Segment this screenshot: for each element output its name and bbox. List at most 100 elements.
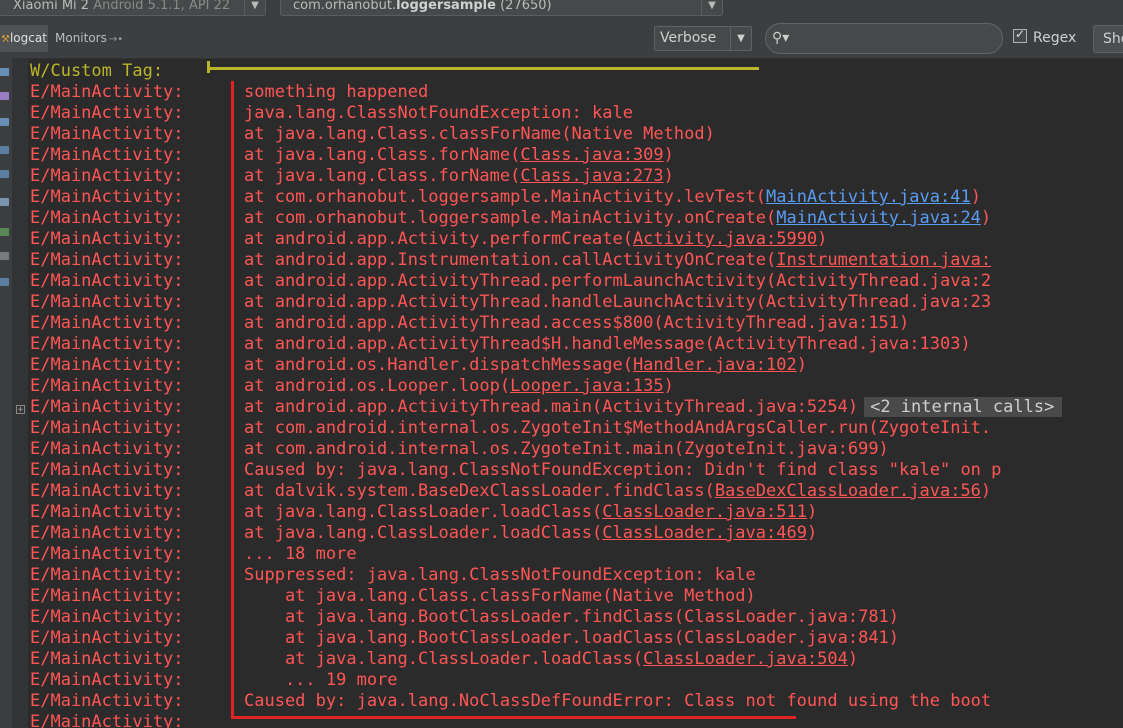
log-line: E/MainActivity: at android.app.ActivityTh… — [30, 292, 991, 313]
source-reference[interactable]: ClassLoader.java:504 — [643, 649, 848, 669]
log-line: E/MainActivity: at java.lang.Class.class… — [30, 586, 756, 607]
source-reference[interactable]: Class.java:309 — [520, 145, 663, 165]
log-tag: E/MainActivity: — [30, 187, 184, 207]
regex-checkbox[interactable]: ✓ Regex — [1013, 27, 1076, 47]
checkbox-icon: ✓ — [1013, 27, 1027, 43]
log-line: E/MainActivity: something happened — [30, 82, 428, 103]
log-tag: E/MainActivity: — [30, 544, 184, 564]
restart-icon[interactable] — [0, 170, 9, 178]
log-tag: E/MainActivity: — [30, 124, 184, 144]
log-tag: E/MainActivity: — [30, 355, 184, 375]
device-dropdown[interactable]: Xiaomi Mi 2 Android 5.1.1, API 22 ▼ — [0, 0, 266, 16]
log-message: at android.os.Handler.dispatchMessage(Ha… — [244, 355, 807, 376]
log-line: E/MainActivity: at java.lang.Class.forNam… — [30, 166, 674, 187]
scroll-to-end-icon[interactable] — [0, 68, 9, 76]
log-text: at java.lang.ClassLoader.loadClass( — [244, 649, 644, 669]
log-tag: E/MainActivity: — [30, 145, 184, 165]
log-text: ) — [806, 523, 818, 543]
log-tag: E/MainActivity: — [30, 313, 184, 333]
log-message: at android.app.Instrumentation.callActiv… — [244, 250, 991, 271]
log-tag: E/MainActivity: — [30, 376, 184, 396]
log-text: at com.android.internal.os.ZygoteInit$Me… — [244, 418, 992, 438]
logcat-output[interactable]: W/Custom Tag: E/MainActivity: something ha… — [30, 61, 1123, 728]
source-reference[interactable]: Looper.java:135 — [510, 376, 664, 396]
soft-wrap-icon[interactable] — [0, 92, 9, 100]
up-arrow-icon[interactable] — [0, 146, 9, 154]
search-input[interactable] — [794, 28, 998, 50]
log-message: at android.app.ActivityThread.performLau… — [244, 271, 991, 292]
source-reference[interactable]: ClassLoader.java:511 — [602, 502, 807, 522]
source-link[interactable]: MainActivity.java:41 — [766, 187, 971, 207]
log-line: E/MainActivity: Caused by: java.lang.NoCl… — [30, 691, 991, 712]
log-text: at com.android.internal.os.ZygoteInit.ma… — [244, 439, 889, 459]
source-reference[interactable]: ClassLoader.java:469 — [602, 523, 807, 543]
source-reference[interactable]: Activity.java:5990 — [633, 229, 817, 249]
source-reference[interactable]: Instrumentation.java: — [776, 250, 991, 270]
source-link[interactable]: MainActivity.java:24 — [776, 208, 981, 228]
source-reference[interactable]: BaseDexClassLoader.java:56 — [715, 481, 981, 501]
log-message: at android.app.ActivityThread.access$800… — [244, 313, 909, 334]
log-line: E/MainActivity: at java.lang.Class.classF… — [30, 124, 715, 145]
source-reference[interactable]: Handler.java:102 — [633, 355, 797, 375]
log-text: ) — [796, 355, 807, 375]
log-text: ... 18 more — [244, 544, 357, 564]
tab-monitors[interactable]: Monitors →• — [51, 25, 131, 52]
logcat-icon: ⚒ — [1, 34, 10, 45]
log-tag: E/MainActivity: — [30, 397, 184, 417]
tab-logcat[interactable]: ⚒logcat — [0, 25, 48, 52]
internal-calls-badge[interactable]: <2 internal calls> — [864, 397, 1063, 417]
log-line: E/MainActivity: at java.lang.ClassLoader… — [30, 649, 858, 670]
log-message: at android.app.ActivityThread.main(Activ… — [244, 397, 1063, 418]
expand-icon[interactable]: + — [16, 405, 25, 415]
log-text: ) — [980, 481, 992, 501]
log-message: at java.lang.Class.classForName(Native M… — [244, 586, 756, 607]
clear-logcat-icon[interactable] — [0, 118, 9, 126]
record-icon[interactable] — [0, 228, 9, 236]
log-tag: E/MainActivity: — [30, 334, 184, 354]
screen-capture-icon[interactable] — [0, 198, 9, 206]
log-text: Caused by: java.lang.NoClassDefFoundErro… — [244, 691, 992, 711]
device-info: Android 5.1.1, API 22 — [89, 0, 231, 13]
log-tag: E/MainActivity: — [30, 166, 184, 186]
device-name: Xiaomi Mi 2 — [13, 0, 90, 13]
log-text: at android.app.ActivityThread$H.handleMe… — [244, 334, 971, 354]
log-level-dropdown[interactable]: Verbose ▼ — [654, 26, 752, 51]
log-text: at com.orhanobut.loggersample.MainActivi… — [244, 208, 777, 228]
log-line: E/MainActivity: at android.app.ActivityTh… — [30, 313, 909, 334]
pin-arrow-icon: →• — [108, 34, 124, 45]
log-text: ) — [817, 229, 828, 249]
log-line: E/MainActivity: — [30, 712, 243, 728]
log-line: E/MainActivity: Suppressed: java.lang.Cla… — [30, 565, 756, 586]
process-dropdown[interactable]: com.orhanobut.loggersample (27650) ▼ — [280, 0, 723, 16]
log-line: E/MainActivity: Caused by: java.lang.Clas… — [30, 460, 1001, 481]
show-filter-button[interactable]: Show — [1093, 25, 1123, 53]
log-text: at java.lang.Class.forName( — [244, 166, 521, 186]
editor-gutter — [13, 58, 28, 728]
source-reference[interactable]: Class.java:273 — [520, 166, 663, 186]
log-text: at java.lang.Class.classForName(Native M… — [244, 124, 715, 144]
log-message: at com.android.internal.os.ZygoteInit.ma… — [244, 439, 889, 460]
log-line: E/MainActivity: at com.android.internal.o… — [30, 418, 991, 439]
log-message: ... 19 more — [244, 670, 398, 691]
log-message: at dalvik.system.BaseDexClassLoader.find… — [244, 481, 991, 502]
log-line: E/MainActivity: at java.lang.Class.forNam… — [30, 145, 674, 166]
log-text: at android.os.Handler.dispatchMessage( — [244, 355, 633, 375]
log-tag: E/MainActivity: — [30, 670, 184, 690]
log-tag: E/MainActivity: — [30, 292, 184, 312]
checkmark-icon: ✓ — [1015, 27, 1026, 41]
process-name: loggersample — [396, 0, 496, 13]
log-message: at android.app.ActivityThread$H.handleMe… — [244, 334, 971, 355]
search-box[interactable]: ⚲▾ — [765, 23, 1003, 54]
log-message: at android.os.Looper.loop(Looper.java:13… — [244, 376, 674, 397]
log-tag: E/MainActivity: — [30, 691, 184, 711]
process-prefix: com.orhanobut. — [293, 0, 397, 13]
log-text: something happened — [244, 82, 429, 102]
log-line: E/MainActivity: at android.os.Looper.loop… — [30, 376, 674, 397]
settings-icon[interactable] — [0, 252, 9, 260]
log-line: E/MainActivity: at android.app.ActivityTh… — [30, 271, 991, 292]
help-icon[interactable] — [0, 278, 9, 286]
log-text: at android.app.ActivityThread.main(Activ… — [244, 397, 859, 417]
log-tag: E/MainActivity: — [30, 439, 184, 459]
log-text: at android.app.Instrumentation.callActiv… — [244, 250, 777, 270]
log-message: Caused by: java.lang.NoClassDefFoundErro… — [244, 691, 991, 712]
